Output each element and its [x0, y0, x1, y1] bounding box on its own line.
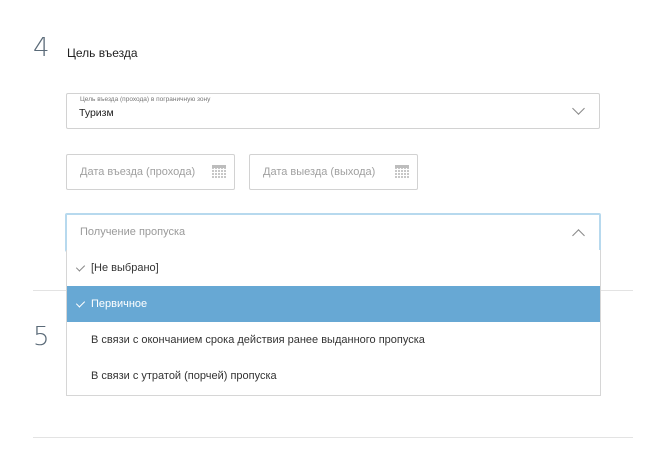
entry-date-placeholder: Дата въезда (прохода) — [80, 166, 196, 178]
calendar-icon[interactable] — [395, 165, 409, 178]
chevron-down-icon — [572, 102, 585, 115]
entry-date-field[interactable]: Дата въезда (прохода) — [66, 154, 235, 190]
dropdown-option-not-selected[interactable]: [Не выбрано] — [67, 250, 600, 286]
chevron-up-icon — [572, 229, 585, 242]
entry-purpose-select[interactable]: Цель въезда (прохода) в пограничную зону… — [66, 93, 600, 129]
dropdown-option-lost[interactable]: В связи с утратой (порчей) пропуска — [67, 358, 600, 394]
dropdown-option-expiry[interactable]: В связи с окончанием срока действия ране… — [67, 322, 600, 358]
check-icon — [75, 298, 86, 308]
step-number-4: 4 — [33, 33, 50, 63]
step-number-5: 5 — [33, 322, 50, 352]
exit-date-field[interactable]: Дата выезда (выхода) — [249, 154, 418, 190]
option-label: [Не выбрано] — [91, 262, 159, 274]
calendar-icon[interactable] — [212, 165, 226, 178]
pass-type-placeholder: Получение пропуска — [80, 226, 186, 238]
check-icon — [75, 262, 86, 272]
option-label: В связи с утратой (порчей) пропуска — [91, 370, 277, 382]
entry-purpose-value: Туризм — [79, 107, 114, 119]
option-label: В связи с окончанием срока действия ране… — [91, 334, 425, 346]
pass-type-dropdown: [Не выбрано] Первичное В связи с окончан… — [66, 250, 601, 396]
entry-purpose-label: Цель въезда (прохода) в пограничную зону — [80, 96, 211, 103]
exit-date-placeholder: Дата выезда (выхода) — [263, 166, 376, 178]
section-title: Цель въезда — [67, 46, 138, 60]
option-label: Первичное — [91, 298, 148, 310]
pass-type-select[interactable]: Получение пропуска — [65, 213, 601, 252]
section-divider — [33, 437, 633, 438]
dropdown-option-primary[interactable]: Первичное — [67, 286, 600, 322]
